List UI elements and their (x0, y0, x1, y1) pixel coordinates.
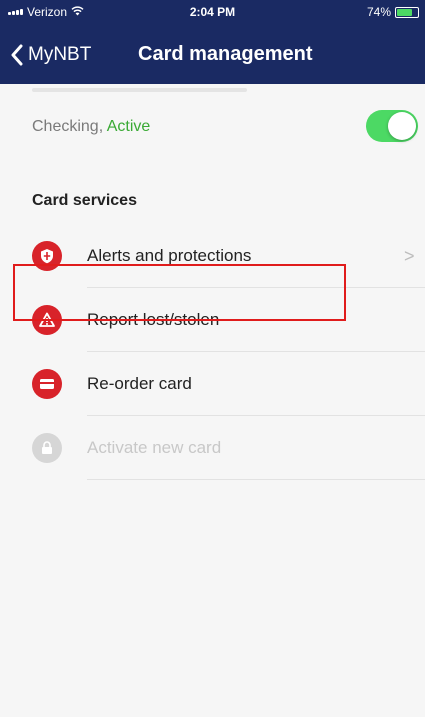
menu-item-report-lost-stolen[interactable]: Report lost/stolen (0, 288, 425, 352)
warning-icon (32, 305, 62, 335)
menu-item-reorder-card[interactable]: Re-order card (0, 352, 425, 416)
card-icon (32, 369, 62, 399)
battery-fill (397, 8, 412, 16)
shield-icon (32, 241, 62, 271)
chevron-right-icon: > (404, 246, 415, 266)
section-header-card-services: Card services (32, 192, 137, 209)
battery-icon (395, 6, 419, 18)
top-bar: Verizon 2:04 PM 74% MyNBT Card managemen… (0, 0, 425, 84)
lock-icon (32, 433, 62, 463)
app-screen: Verizon 2:04 PM 74% MyNBT Card managemen… (0, 0, 425, 717)
page-title: Card management (138, 43, 313, 65)
menu-item-label: Alerts and protections (87, 246, 252, 265)
menu-item-label: Re-order card (87, 374, 192, 393)
menu-item-label: Report lost/stolen (87, 310, 220, 329)
account-status-row: Checking, Active (32, 118, 150, 136)
main-content: Checking, Active Card services Alerts an… (0, 84, 425, 717)
menu-item-label: Activate new card (87, 438, 222, 457)
status-bar: Verizon 2:04 PM 74% (0, 0, 425, 24)
toggle-knob (388, 112, 416, 140)
menu-item-activate-new-card: Activate new card (0, 416, 425, 480)
divider (87, 479, 425, 480)
status-right: 74% (367, 5, 419, 19)
battery-percent: 74% (366, 5, 391, 19)
back-label: MyNBT (28, 44, 92, 65)
chevron-left-icon (11, 44, 23, 66)
status-time: 2:04 PM (189, 5, 236, 19)
back-button[interactable]: MyNBT (10, 44, 91, 66)
faded-account-line (32, 88, 247, 92)
account-status: Active (106, 118, 151, 135)
navigation-bar: MyNBT Card management (0, 28, 425, 84)
account-type: Checking, (32, 118, 104, 135)
card-active-toggle[interactable] (366, 110, 418, 142)
menu-item-alerts-protections[interactable]: Alerts and protections > (0, 224, 425, 288)
